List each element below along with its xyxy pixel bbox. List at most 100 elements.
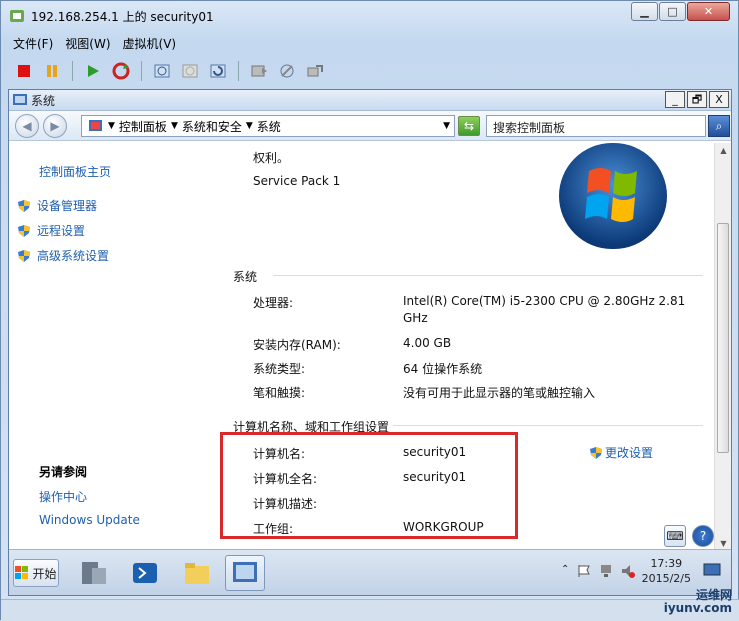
snapshot-disabled-icon[interactable] <box>179 60 201 82</box>
highlight-box <box>220 432 518 539</box>
vm-console[interactable]: 系统 _ 🗗 X ◀ ▶ ▼ 控制面板 ▼ 系统和安全 ▼ 系统 ▼ ⇆ 搜索控… <box>8 89 732 596</box>
forward-arrow-icon[interactable]: ▶ <box>43 114 67 138</box>
control-panel-home-link[interactable]: 控制面板主页 <box>39 163 111 180</box>
play-icon[interactable] <box>82 60 104 82</box>
search-input[interactable]: 搜索控制面板 <box>486 115 706 137</box>
system-type-label: 系统类型: <box>253 362 306 376</box>
address-breadcrumb[interactable]: ▼ 控制面板 ▼ 系统和安全 ▼ 系统 ▼ <box>81 115 455 137</box>
menu-vm[interactable]: 虚拟机(V) <box>123 35 177 52</box>
close-button[interactable]: ✕ <box>687 2 730 21</box>
scrollbar-thumb[interactable] <box>717 223 729 453</box>
control-panel-icon <box>89 120 102 131</box>
toolbar-divider <box>141 61 142 81</box>
action-center-flag-icon[interactable] <box>577 564 591 578</box>
share-icon[interactable] <box>304 60 326 82</box>
section-divider <box>273 275 703 276</box>
system-window-title: 系统 <box>31 93 56 108</box>
minimize-button[interactable]: ▁ <box>631 2 658 21</box>
address-bar-row: ◀ ▶ ▼ 控制面板 ▼ 系统和安全 ▼ 系统 ▼ ⇆ 搜索控制面板 ⌕ <box>9 111 731 141</box>
volume-muted-icon[interactable] <box>621 564 635 578</box>
start-button[interactable]: 开始 <box>13 559 59 587</box>
change-settings-link[interactable]: 更改设置 <box>589 444 653 461</box>
system-window-title-bar: 系统 _ 🗗 X <box>9 90 731 111</box>
show-desktop-icon[interactable] <box>703 562 721 578</box>
host-window-controls: ▁ □ ✕ <box>630 2 730 21</box>
sidebar-item-advanced-settings[interactable]: 高级系统设置 <box>17 247 109 264</box>
chevron-right-icon[interactable]: ▼ <box>108 121 115 131</box>
toolbar-divider <box>72 61 73 81</box>
search-icon[interactable]: ⌕ <box>708 115 730 137</box>
processor-value-cont: GHz <box>403 311 428 325</box>
vertical-scrollbar[interactable]: ▲ ▼ <box>714 143 731 551</box>
help-icon[interactable]: ? <box>692 525 714 547</box>
processor-label: 处理器: <box>253 296 294 310</box>
system-type-value: 64 位操作系统 <box>403 362 483 376</box>
vm-toolbar <box>13 59 326 83</box>
pause-icon[interactable] <box>41 60 63 82</box>
shield-icon <box>590 446 602 459</box>
menu-file[interactable]: 文件(F) <box>13 35 53 52</box>
menu-bar: 文件(F) 视图(W) 虚拟机(V) <box>13 35 176 52</box>
sidebar-item-label: 高级系统设置 <box>37 249 110 263</box>
breadcrumb-system[interactable]: 系统 <box>257 118 281 135</box>
ram-value: 4.00 GB <box>403 336 452 350</box>
inner-minimize-button[interactable]: _ <box>665 91 685 108</box>
shield-icon <box>18 249 30 262</box>
inner-close-button[interactable]: X <box>709 91 729 108</box>
vsphere-client-icon <box>10 10 24 22</box>
explorer-icon[interactable] <box>177 555 217 591</box>
network-icon[interactable] <box>599 564 613 578</box>
see-also-heading: 另请参阅 <box>39 465 88 479</box>
sidebar: 控制面板主页 设备管理器 远程设置 高级系统设置 另请参阅 操作中心 Windo… <box>9 143 214 543</box>
host-title-bar: 192.168.254.1 上的 security01 <box>1 1 738 31</box>
chevron-right-icon[interactable]: ▼ <box>171 121 178 131</box>
start-label: 开始 <box>32 566 57 581</box>
show-hidden-icons-icon[interactable]: ⌃ <box>561 564 569 575</box>
stop-icon[interactable] <box>13 60 35 82</box>
powershell-icon[interactable] <box>125 555 165 591</box>
refresh-icon[interactable]: ⇆ <box>458 116 480 136</box>
back-arrow-icon[interactable]: ◀ <box>15 114 39 138</box>
address-dropdown-icon[interactable]: ▼ <box>443 121 450 131</box>
host-window-title: 192.168.254.1 上的 security01 <box>31 9 214 24</box>
section-divider <box>393 425 703 426</box>
keyboard-icon[interactable]: ⌨ <box>664 525 686 547</box>
maximize-button[interactable]: □ <box>659 2 686 21</box>
host-status-bar <box>1 599 739 621</box>
taskbar: 开始 ⌃ 17:39 2015/2/5 <box>9 549 731 595</box>
processor-value: Intel(R) Core(TM) i5-2300 CPU @ 2.80GHz … <box>403 294 686 308</box>
breadcrumb-control-panel[interactable]: 控制面板 <box>119 118 167 135</box>
windows-flag-icon <box>15 566 29 579</box>
reset-icon[interactable] <box>110 60 132 82</box>
ram-label: 安装内存(RAM): <box>253 338 341 352</box>
chevron-right-icon[interactable]: ▼ <box>246 121 253 131</box>
save-state-icon[interactable] <box>248 60 270 82</box>
revert-snapshot-icon[interactable] <box>207 60 229 82</box>
windows-update-link[interactable]: Windows Update <box>39 513 140 527</box>
snapshot-icon[interactable] <box>151 60 173 82</box>
pen-touch-value: 没有可用于此显示器的笔或触控输入 <box>403 386 596 400</box>
inner-restore-button[interactable]: 🗗 <box>687 91 707 108</box>
host-window: 192.168.254.1 上的 security01 ▁ □ ✕ 文件(F) … <box>0 0 739 621</box>
change-settings-label: 更改设置 <box>605 446 654 460</box>
settings-icon[interactable] <box>276 60 298 82</box>
pen-touch-label: 笔和触摸: <box>253 386 306 400</box>
clock-time: 17:39 <box>650 557 683 570</box>
service-pack-text: Service Pack 1 <box>253 174 341 188</box>
rights-text: 权利。 <box>253 151 290 165</box>
clock-date: 2015/2/5 <box>641 572 691 585</box>
sidebar-item-label: 远程设置 <box>37 224 86 238</box>
scroll-up-icon[interactable]: ▲ <box>715 143 731 158</box>
action-center-link[interactable]: 操作中心 <box>39 488 87 505</box>
menu-view[interactable]: 视图(W) <box>65 35 110 52</box>
breadcrumb-system-security[interactable]: 系统和安全 <box>182 118 242 135</box>
help-controls: ⌨ ? <box>664 525 714 547</box>
clock[interactable]: 17:39 2015/2/5 <box>642 556 691 586</box>
watermark-line2: iyunv.com <box>663 601 732 615</box>
sidebar-item-remote-settings[interactable]: 远程设置 <box>17 222 85 239</box>
sidebar-item-device-manager[interactable]: 设备管理器 <box>17 197 97 214</box>
site-watermark: 运维网 iyunv.com <box>664 589 732 615</box>
system-window-taskbar-icon[interactable] <box>225 555 265 591</box>
server-manager-icon[interactable] <box>73 555 113 591</box>
sidebar-item-label: 设备管理器 <box>37 199 98 213</box>
